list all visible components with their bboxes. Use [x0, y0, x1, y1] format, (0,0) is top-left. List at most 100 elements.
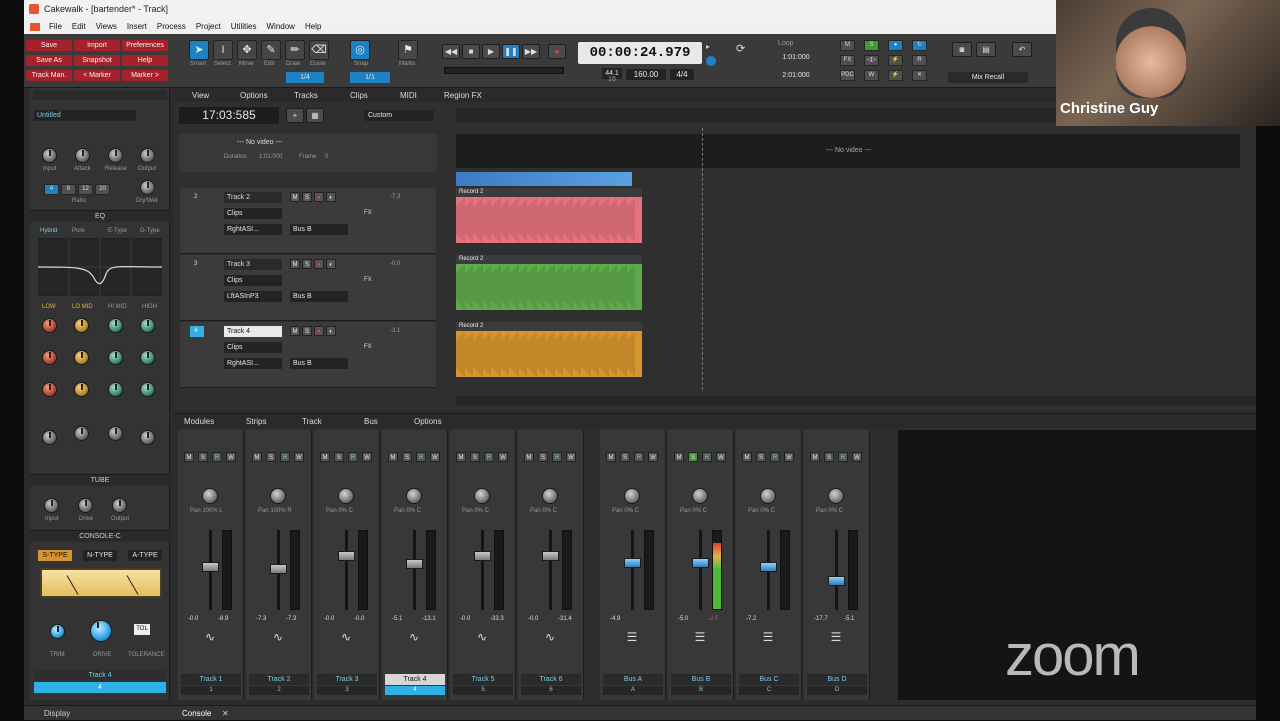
- channel-strip-track-1[interactable]: M S R W Pan 100% L -0.0 -8.9 ∿ Track 11: [178, 430, 244, 700]
- solo-button[interactable]: S: [470, 452, 480, 462]
- eq-low-q-knob[interactable]: [42, 382, 57, 397]
- solo-button[interactable]: S: [198, 452, 208, 462]
- read-automation-button[interactable]: R: [212, 452, 222, 462]
- inspector-track-name[interactable]: Track 4: [34, 670, 166, 681]
- snap-automation-button[interactable]: ⚡: [888, 70, 903, 81]
- add-track-button[interactable]: +: [286, 108, 304, 123]
- ratio-12-button[interactable]: 12: [78, 184, 93, 195]
- mute-button[interactable]: M: [456, 452, 466, 462]
- automation-button[interactable]: ⚡: [888, 55, 903, 66]
- track-name-field[interactable]: Track 3: [224, 259, 282, 270]
- eq-low-freq-knob[interactable]: [42, 350, 57, 365]
- console-menu-options[interactable]: Options: [414, 417, 442, 426]
- track-volume[interactable]: -0.0: [390, 261, 400, 267]
- track-name-field[interactable]: Track 4: [224, 326, 282, 337]
- channel-strip-track-4[interactable]: M S R W Pan 0% C -5.1 -13.1 ∿ Track 44: [382, 430, 448, 700]
- write-automation-button[interactable]: W: [294, 452, 304, 462]
- eq-output-knob[interactable]: [108, 426, 123, 441]
- eq-high-q-knob[interactable]: [140, 382, 155, 397]
- save-as-button[interactable]: Save As: [26, 55, 72, 66]
- now-time[interactable]: 17:03:585: [179, 107, 279, 124]
- eq-low-gain-knob[interactable]: [42, 318, 57, 333]
- write-automation-button[interactable]: W: [362, 452, 372, 462]
- fast-forward-button[interactable]: ▶▶: [522, 44, 540, 59]
- solo-button[interactable]: S: [302, 326, 312, 336]
- volume-fader[interactable]: [692, 558, 709, 568]
- strip-name[interactable]: Track 4: [385, 674, 445, 685]
- eq-mode-pure[interactable]: Pure: [72, 228, 85, 234]
- eq-high-freq-knob[interactable]: [140, 350, 155, 365]
- pan-knob[interactable]: [692, 488, 708, 504]
- ratio-8-button[interactable]: 8: [61, 184, 76, 195]
- solo-button[interactable]: S: [302, 259, 312, 269]
- eq-mode-etype[interactable]: E-Type: [108, 228, 127, 234]
- eq-lomid-q-knob[interactable]: [74, 382, 89, 397]
- strip-name[interactable]: Bus B: [671, 674, 731, 685]
- volume-fader[interactable]: [202, 561, 219, 572]
- draw-tool-button[interactable]: ✏: [285, 40, 305, 60]
- mute-button[interactable]: M: [290, 259, 300, 269]
- menu-file[interactable]: File: [44, 19, 67, 34]
- menu-help[interactable]: Help: [300, 19, 326, 34]
- loop-toggle-icon[interactable]: [706, 56, 716, 66]
- help-button[interactable]: Help: [122, 55, 168, 66]
- loop-end[interactable]: 2:01:000: [770, 70, 822, 81]
- channel-strip-track-6[interactable]: M S R W Pan 0% C -0.0 -31.4 ∿ Track 66: [518, 430, 584, 700]
- volume-fader[interactable]: [624, 558, 641, 568]
- pdc-button[interactable]: PDC: [840, 70, 855, 81]
- track-2-clip[interactable]: Record 2: [456, 188, 642, 243]
- pan-knob[interactable]: [270, 488, 286, 504]
- pan-knob[interactable]: [828, 488, 844, 504]
- strip-name[interactable]: Track 3: [317, 674, 377, 685]
- select-tool-button[interactable]: I: [213, 40, 233, 60]
- erase-tool-button[interactable]: ⌫: [309, 40, 329, 60]
- import-button[interactable]: Import: [74, 40, 120, 51]
- read-automation-button[interactable]: R: [702, 452, 712, 462]
- read-automation-button[interactable]: R: [634, 452, 644, 462]
- mute-button[interactable]: M: [524, 452, 534, 462]
- input-select[interactable]: LftASInP3: [224, 291, 282, 302]
- pan-knob[interactable]: [202, 488, 218, 504]
- channel-strip-bus-d[interactable]: M S R W Pan 0% C -17.7 -5.1 ☰ Bus DD: [804, 430, 870, 700]
- tube-header[interactable]: TUBE: [30, 474, 170, 486]
- strip-name[interactable]: Track 6: [521, 674, 581, 685]
- solo-button[interactable]: S: [334, 452, 344, 462]
- volume-fader[interactable]: [828, 575, 845, 586]
- mute-button[interactable]: M: [290, 192, 300, 202]
- pan-knob[interactable]: [338, 488, 354, 504]
- record-button[interactable]: ●: [548, 44, 566, 59]
- write-automation-button[interactable]: W: [716, 452, 726, 462]
- mute-button[interactable]: M: [184, 452, 194, 462]
- menu-utilities[interactable]: Utilities: [226, 19, 262, 34]
- volume-fader[interactable]: [542, 551, 559, 561]
- console-menu-modules[interactable]: Modules: [184, 417, 214, 426]
- pan-knob[interactable]: [760, 488, 776, 504]
- volume-value[interactable]: -5.1: [392, 616, 402, 622]
- volume-value[interactable]: -4.9: [610, 616, 620, 622]
- marks-button[interactable]: ⚑: [398, 40, 418, 60]
- preferences-button[interactable]: Preferences: [122, 40, 168, 51]
- input-select[interactable]: RghtASI...: [224, 358, 282, 369]
- link-button[interactable]: ◁▷: [864, 55, 879, 66]
- track-layout-button[interactable]: ▦: [306, 108, 324, 123]
- input-echo-all-button[interactable]: ↻: [912, 40, 927, 51]
- eq-hpf-knob[interactable]: [42, 430, 57, 445]
- volume-value[interactable]: -0.0: [460, 616, 470, 622]
- console-menu-track[interactable]: Track: [302, 417, 322, 426]
- write-automation-button[interactable]: W: [784, 452, 794, 462]
- channel-strip-bus-a[interactable]: M S R W Pan 0% C -4.9 ☰ Bus AA: [600, 430, 666, 700]
- track-row-3[interactable]: 3 Track 3 M S ● ◐ -0.0 Clips FX LftASInP…: [180, 255, 436, 321]
- volume-fader[interactable]: [474, 551, 491, 561]
- menu-process[interactable]: Process: [152, 19, 191, 34]
- solo-button[interactable]: S: [620, 452, 630, 462]
- strip-name[interactable]: Track 1: [181, 674, 241, 685]
- eq-lomid-freq-knob[interactable]: [74, 350, 89, 365]
- display-button[interactable]: Display: [44, 706, 70, 721]
- record-arm-button[interactable]: ●: [314, 326, 324, 336]
- dry-wet-knob[interactable]: [140, 180, 155, 195]
- fx-bypass-button[interactable]: FX: [840, 55, 855, 66]
- clips-select[interactable]: Clips: [224, 342, 282, 353]
- track-1-clip-tail[interactable]: [456, 172, 632, 186]
- notes-button[interactable]: ▤: [976, 42, 996, 57]
- next-marker-button[interactable]: Marker >: [122, 70, 168, 81]
